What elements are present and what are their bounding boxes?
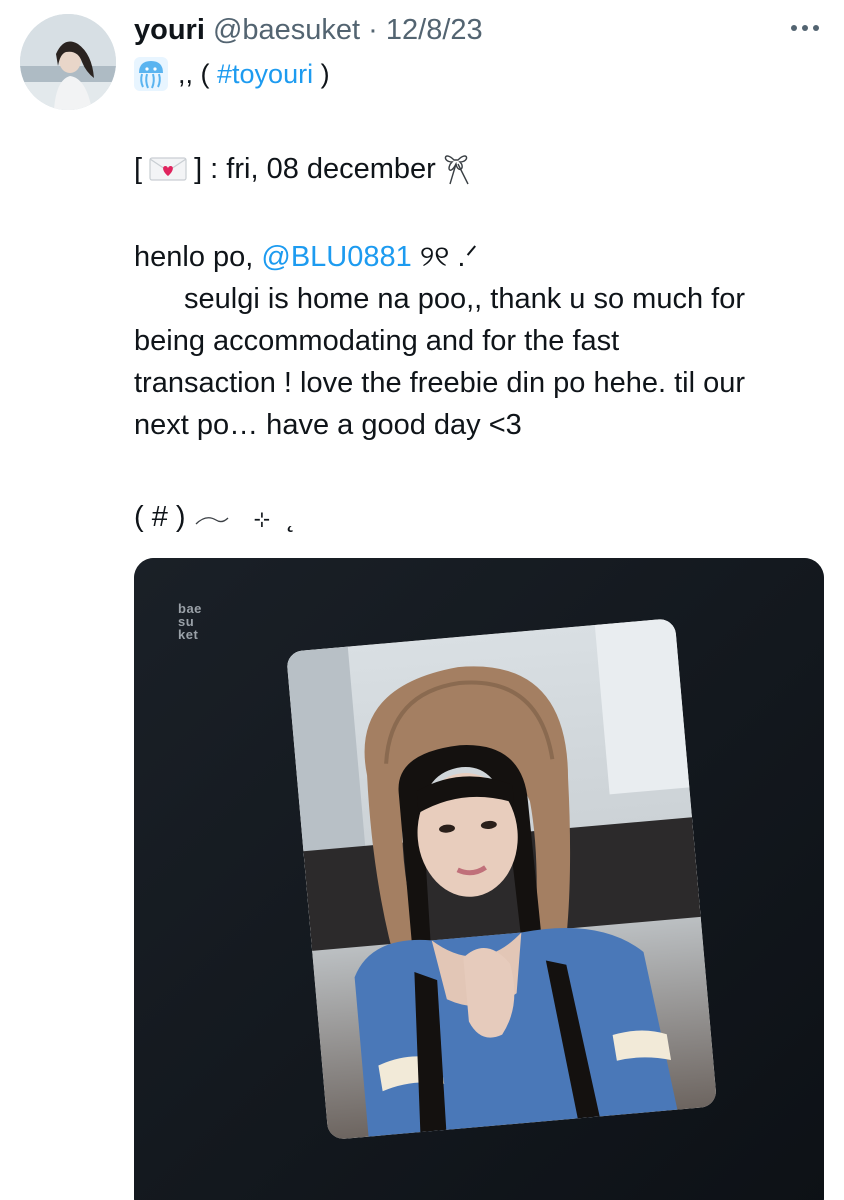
love-letter-icon xyxy=(149,157,187,181)
user-handle[interactable]: @baesuket xyxy=(213,14,360,46)
sparkle-glyph: ⊹ xyxy=(253,509,271,531)
mention-link[interactable]: @BLU0881 xyxy=(261,241,411,273)
more-options-icon-dot xyxy=(802,25,808,31)
bio-prefix: ,, ( xyxy=(178,59,210,89)
date-line: ] : fri, 08 december xyxy=(194,153,436,185)
tag-text: ( # ) xyxy=(134,501,186,533)
tweet-photo[interactable]: bae su ket xyxy=(134,558,824,1200)
greeting-suffix: ୨୧ .ᐟ xyxy=(419,241,478,273)
bio-line: ,, ( #toyouri ) xyxy=(134,56,330,92)
tweet-header-line: [ ] : fri, 08 december xyxy=(134,146,824,190)
more-options-icon-dot xyxy=(813,25,819,31)
bracket-open: [ xyxy=(134,153,143,185)
display-name[interactable]: youri xyxy=(134,14,205,46)
tag-line: ( # ) ⊹ ˛ xyxy=(134,496,824,541)
tag-end-glyph: ˛ xyxy=(286,501,297,533)
photo-illustration xyxy=(134,558,824,1200)
squiggle-decoration-icon xyxy=(195,517,229,525)
tweet-date[interactable]: 12/8/23 xyxy=(386,14,483,46)
body-line: being accommodating and for the fast xyxy=(134,325,620,357)
photo-watermark: bae su ket xyxy=(178,602,202,641)
hashtag-link[interactable]: #toyouri xyxy=(217,56,313,92)
more-options-icon xyxy=(791,25,797,31)
bio-suffix: ) xyxy=(320,59,330,89)
tweet-body: henlo po, @BLU0881 ୨୧ .ᐟ seulgi is home … xyxy=(134,236,824,446)
photocard xyxy=(286,618,718,1141)
separator-dot: · xyxy=(368,14,378,46)
more-options-button[interactable] xyxy=(788,14,822,42)
greeting-prefix: henlo po, xyxy=(134,241,254,273)
avatar[interactable] xyxy=(20,14,116,110)
jellyfish-icon xyxy=(134,57,168,91)
greeting-line: henlo po, @BLU0881 ୨୧ .ᐟ xyxy=(134,236,824,278)
ribbon-bow-icon xyxy=(444,155,469,185)
watermark-line: ket xyxy=(178,627,199,642)
body-line: next po… have a good day <3 xyxy=(134,409,522,441)
body-line: seulgi is home na poo,, thank u so much … xyxy=(184,283,745,315)
body-line: transaction ! love the freebie din po he… xyxy=(134,367,745,399)
tweet[interactable]: youri @baesuket · 12/8/23 ,, ( #toyouri … xyxy=(0,0,844,1200)
tweet-header: youri @baesuket · 12/8/23 xyxy=(134,12,483,48)
